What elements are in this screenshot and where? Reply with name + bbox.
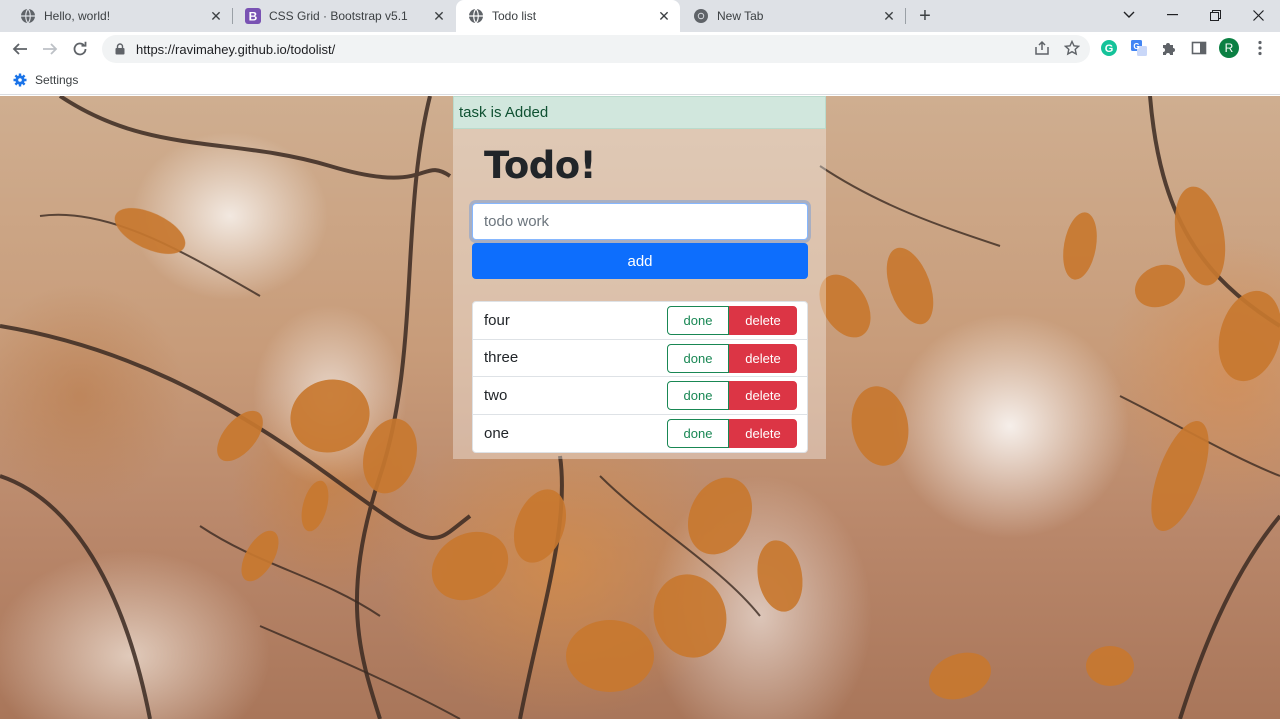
todo-list: four done delete three done delete two d…: [472, 301, 808, 453]
side-panel-icon[interactable]: [1190, 39, 1208, 57]
close-icon[interactable]: ✕: [208, 8, 224, 24]
close-icon[interactable]: ✕: [881, 8, 897, 24]
todo-item-text: two: [484, 386, 508, 404]
delete-button[interactable]: delete: [729, 418, 797, 448]
restore-icon[interactable]: [1193, 0, 1237, 30]
item-actions: done delete: [667, 418, 797, 448]
address-bar[interactable]: https://ravimahey.github.io/todolist/: [102, 35, 1090, 63]
kebab-menu-icon[interactable]: [1251, 39, 1269, 57]
minimize-icon[interactable]: [1150, 0, 1194, 30]
close-icon[interactable]: ✕: [431, 8, 447, 24]
item-actions: done delete: [667, 343, 797, 373]
tab-hello-world[interactable]: Hello, world! ✕: [8, 0, 232, 32]
grammarly-extension-icon[interactable]: G: [1100, 39, 1118, 57]
bootstrap-icon: B: [245, 8, 261, 24]
delete-button[interactable]: delete: [729, 343, 797, 373]
page-background: task is Added Todo! add four done delete…: [0, 96, 1280, 719]
translate-extension-icon[interactable]: G: [1130, 39, 1148, 57]
delete-button[interactable]: delete: [729, 381, 797, 410]
todo-item-text: four: [484, 311, 510, 329]
back-arrow-icon[interactable]: [7, 36, 33, 62]
bookmark-label: Settings: [35, 73, 79, 87]
url-text[interactable]: https://ravimahey.github.io/todolist/: [136, 42, 335, 57]
list-item: one done delete: [473, 415, 807, 453]
svg-text:B: B: [249, 10, 258, 24]
tab-css-grid[interactable]: B CSS Grid · Bootstrap v5.1 ✕: [233, 0, 455, 32]
profile-initial: R: [1224, 41, 1234, 55]
delete-button[interactable]: delete: [729, 306, 797, 335]
profile-avatar[interactable]: R: [1218, 37, 1240, 59]
svg-text:G: G: [1133, 42, 1139, 51]
tab-divider: [905, 8, 906, 24]
globe-icon: [468, 8, 484, 24]
item-actions: done delete: [667, 306, 797, 335]
bookmark-star-icon[interactable]: [1063, 39, 1081, 57]
tab-bar: Hello, world! ✕ B CSS Grid · Bootstrap v…: [0, 0, 1280, 32]
browser-toolbar: https://ravimahey.github.io/todolist/ G …: [0, 32, 1280, 65]
todo-card: Todo! add four done delete three done de…: [453, 129, 826, 459]
reload-icon[interactable]: [67, 36, 93, 62]
svg-text:G: G: [1105, 43, 1114, 55]
done-button[interactable]: done: [667, 306, 729, 335]
page-title: Todo!: [484, 144, 597, 187]
bookmarks-bar: Settings: [0, 65, 1280, 95]
tab-title: Todo list: [492, 9, 537, 23]
tab-new-tab[interactable]: New Tab ✕: [681, 0, 905, 32]
lock-icon[interactable]: [114, 43, 126, 55]
list-item: four done delete: [473, 302, 807, 340]
todo-item-text: three: [484, 349, 519, 367]
tab-title: CSS Grid · Bootstrap v5.1: [269, 9, 408, 23]
done-button[interactable]: done: [667, 343, 729, 373]
success-alert: task is Added: [453, 96, 826, 129]
forward-arrow-icon[interactable]: [37, 36, 63, 62]
chrome-icon: [693, 8, 709, 24]
tab-search-chevron-icon[interactable]: [1107, 0, 1151, 30]
add-button[interactable]: add: [472, 243, 808, 279]
tab-title: Hello, world!: [44, 9, 111, 23]
new-tab-plus-icon[interactable]: +: [913, 4, 937, 28]
todo-input[interactable]: [472, 203, 808, 240]
tab-title: New Tab: [717, 9, 764, 23]
gear-icon: [12, 72, 28, 88]
item-actions: done delete: [667, 381, 797, 410]
bookmark-settings[interactable]: Settings: [12, 70, 78, 90]
tab-todo-list[interactable]: Todo list ✕: [456, 0, 680, 32]
close-icon[interactable]: ✕: [656, 8, 672, 24]
list-item: two done delete: [473, 377, 807, 415]
done-button[interactable]: done: [667, 418, 729, 448]
globe-icon: [20, 8, 36, 24]
done-button[interactable]: done: [667, 381, 729, 410]
list-item: three done delete: [473, 340, 807, 377]
todo-item-text: one: [484, 424, 510, 442]
extensions-puzzle-icon[interactable]: [1160, 39, 1178, 57]
window-close-icon[interactable]: [1236, 0, 1280, 30]
share-icon[interactable]: [1033, 39, 1051, 57]
